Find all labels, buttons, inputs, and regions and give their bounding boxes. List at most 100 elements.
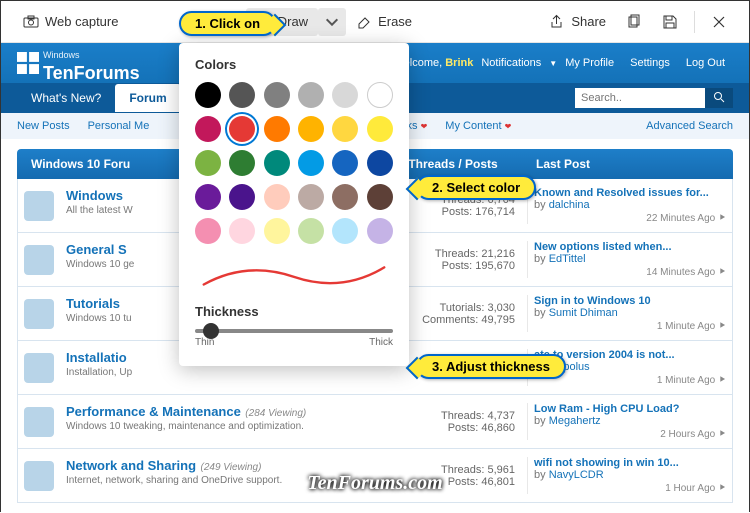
color-swatch[interactable] (195, 82, 221, 108)
color-swatch[interactable] (367, 82, 393, 108)
color-swatch[interactable] (332, 218, 358, 244)
forum-title[interactable]: Windows (66, 188, 123, 203)
forum-desc: Internet, network, sharing and OneDrive … (66, 475, 371, 486)
color-swatch[interactable] (367, 116, 393, 142)
color-swatch[interactable] (195, 184, 221, 210)
color-swatch[interactable] (264, 184, 290, 210)
logo-main: TenForums (43, 63, 140, 83)
forum-icon (24, 191, 54, 221)
last-post-user[interactable]: EdTittel (549, 253, 586, 265)
forum-icon (24, 407, 54, 437)
site-logo[interactable]: Windows TenForums (17, 42, 140, 84)
windows-logo-icon (17, 52, 39, 74)
forum-icon (24, 245, 54, 275)
last-post-user[interactable]: Sumit Dhiman (549, 307, 618, 319)
forum-row: Network and Sharing (249 Viewing) Intern… (17, 449, 733, 503)
color-swatch[interactable] (229, 82, 255, 108)
callout-select-color: 2. Select color (416, 175, 536, 200)
color-swatch[interactable] (195, 116, 221, 142)
web-capture-button[interactable]: Web capture (13, 8, 128, 36)
forum-title[interactable]: Tutorials (66, 296, 120, 311)
last-post-title[interactable]: Low Ram - High CPU Load? (534, 403, 726, 415)
color-swatch[interactable] (298, 218, 324, 244)
color-swatch[interactable] (298, 184, 324, 210)
thread-counts: Threads: 4,737Posts: 46,860 (377, 403, 527, 440)
subnav-mycontent[interactable]: My Content ❤ (445, 120, 511, 132)
forum-icon (24, 461, 54, 491)
last-post-time: 1 Minute Ago ⯈ (534, 375, 726, 386)
color-swatch[interactable] (264, 218, 290, 244)
nav-myprofile[interactable]: My Profile (565, 57, 614, 69)
forum-title[interactable]: Performance & Maintenance (66, 404, 241, 419)
last-post-title[interactable]: Known and Resolved issues for... (534, 187, 726, 199)
tab-forum[interactable]: Forum (115, 84, 180, 112)
forum-desc: Installation, Up (66, 367, 371, 378)
last-post-user[interactable]: NavyLCDR (549, 469, 604, 481)
color-swatch[interactable] (195, 218, 221, 244)
last-post-time: 2 Hours Ago ⯈ (534, 429, 726, 440)
erase-button[interactable]: Erase (346, 8, 422, 36)
subnav-newposts[interactable]: New Posts (17, 120, 70, 132)
color-swatch[interactable] (229, 150, 255, 176)
viewing-count: (249 Viewing) (200, 462, 261, 473)
subnav-advsearch[interactable]: Advanced Search (646, 120, 733, 132)
last-post-title[interactable]: wifi not showing in win 10... (534, 457, 726, 469)
color-swatch[interactable] (367, 218, 393, 244)
username[interactable]: Brink (445, 57, 473, 69)
close-icon (711, 14, 727, 30)
forum-title[interactable]: Network and Sharing (66, 458, 196, 473)
color-swatch[interactable] (367, 150, 393, 176)
save-button[interactable] (652, 8, 688, 36)
last-post-title[interactable]: New options listed when... (534, 241, 726, 253)
color-swatch[interactable] (298, 116, 324, 142)
color-swatch[interactable] (332, 82, 358, 108)
erase-label: Erase (378, 14, 412, 29)
callout-click-on: 1. Click on (179, 11, 276, 36)
last-post-by: by EdTittel (534, 253, 726, 265)
search-box (575, 88, 733, 108)
nav-logout[interactable]: Log Out (686, 57, 725, 69)
eraser-icon (356, 14, 372, 30)
color-swatch[interactable] (332, 116, 358, 142)
forum-title[interactable]: General S (66, 242, 127, 257)
slider-thumb[interactable] (203, 323, 219, 339)
color-swatch[interactable] (229, 218, 255, 244)
color-swatch[interactable] (229, 116, 255, 142)
search-icon (713, 91, 725, 106)
draw-dropdown-button[interactable] (318, 8, 346, 36)
color-swatch[interactable] (298, 82, 324, 108)
last-post-title[interactable]: Sign in to Windows 10 (534, 295, 726, 307)
subnav-personal[interactable]: Personal Me (88, 120, 150, 132)
copy-button[interactable] (616, 8, 652, 36)
last-post-by: by Megahertz (534, 415, 726, 427)
close-button[interactable] (701, 8, 737, 36)
search-input[interactable] (575, 88, 705, 108)
nav-notifications[interactable]: Notifications (481, 57, 541, 69)
color-swatch[interactable] (264, 82, 290, 108)
color-swatch[interactable] (229, 184, 255, 210)
color-swatch[interactable] (298, 150, 324, 176)
camera-icon (23, 14, 39, 30)
search-button[interactable] (705, 88, 733, 108)
forum-title[interactable]: Installatio (66, 350, 127, 365)
thickness-slider[interactable] (195, 329, 393, 333)
tab-whatsnew[interactable]: What's New? (17, 84, 115, 112)
color-swatch[interactable] (195, 150, 221, 176)
color-swatch[interactable] (264, 116, 290, 142)
forum-row: Performance & Maintenance (284 Viewing) … (17, 395, 733, 449)
web-capture-label: Web capture (45, 14, 118, 29)
nav-settings[interactable]: Settings (630, 57, 670, 69)
color-swatch[interactable] (264, 150, 290, 176)
thread-counts: Threads: 5,961Posts: 46,801 (377, 457, 527, 494)
last-post-by: by Sumit Dhiman (534, 307, 726, 319)
color-swatch[interactable] (332, 150, 358, 176)
forum-desc: Windows 10 tweaking, maintenance and opt… (66, 421, 371, 432)
share-button[interactable]: Share (539, 8, 616, 36)
viewing-count: (284 Viewing) (245, 408, 306, 419)
color-swatch[interactable] (367, 184, 393, 210)
callout-adjust-thickness: 3. Adjust thickness (416, 354, 566, 379)
last-post-user[interactable]: dalchina (549, 199, 590, 211)
color-swatch[interactable] (332, 184, 358, 210)
logo-small: Windows (43, 50, 80, 60)
last-post-user[interactable]: Megahertz (549, 415, 601, 427)
